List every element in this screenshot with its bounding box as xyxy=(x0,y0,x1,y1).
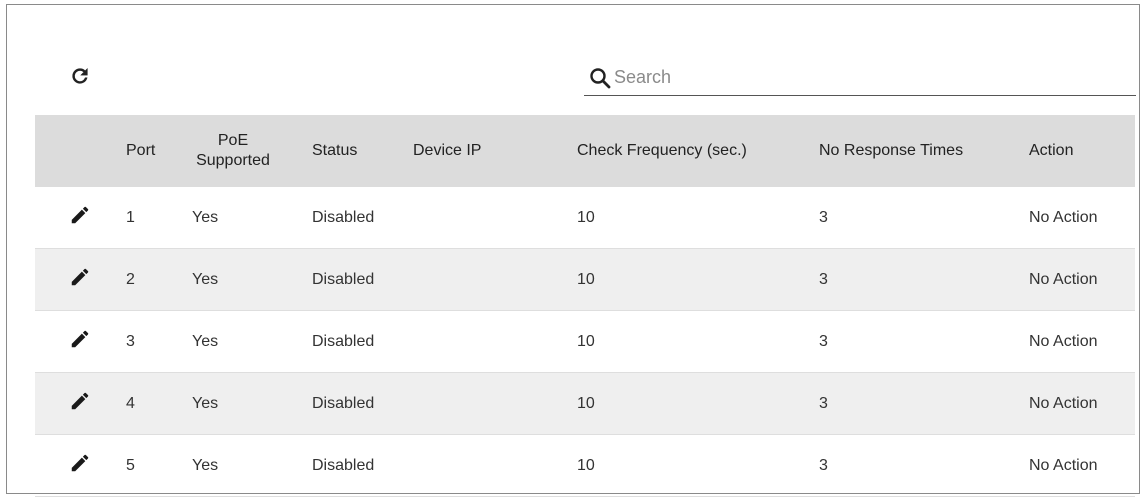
search-input[interactable] xyxy=(614,63,1114,91)
no-response-cell: 3 xyxy=(819,187,1029,249)
column-header-action[interactable]: Action xyxy=(1029,115,1135,187)
status-cell: Disabled xyxy=(312,310,413,373)
column-header-poe-supported[interactable]: PoE Supported xyxy=(192,115,312,187)
device-ip-cell xyxy=(413,248,577,311)
edit-cell xyxy=(35,310,126,373)
device-ip-cell xyxy=(413,434,577,497)
device-ip-cell xyxy=(413,187,577,249)
check-frequency-cell: 10 xyxy=(577,434,819,497)
check-frequency-cell: 10 xyxy=(577,187,819,249)
table-row: 1 Yes Disabled 10 3 No Action xyxy=(35,187,1135,249)
pencil-icon[interactable] xyxy=(69,328,91,350)
status-cell: Disabled xyxy=(312,248,413,311)
column-header-status[interactable]: Status xyxy=(312,115,413,187)
edit-cell xyxy=(35,434,126,497)
port-cell: 4 xyxy=(126,372,192,435)
poe-cell: Yes xyxy=(192,248,312,311)
panel-frame: Port PoE Supported Status Device IP Chec… xyxy=(6,4,1140,497)
table-row: 2 Yes Disabled 10 3 No Action xyxy=(35,248,1135,311)
port-cell: 5 xyxy=(126,434,192,497)
no-response-cell: 3 xyxy=(819,248,1029,311)
column-header-port[interactable]: Port xyxy=(126,115,192,187)
column-header-no-response-times[interactable]: No Response Times xyxy=(819,115,1029,187)
port-cell: 3 xyxy=(126,310,192,373)
edit-cell xyxy=(35,372,126,435)
port-cell: 1 xyxy=(126,187,192,249)
check-frequency-cell: 10 xyxy=(577,372,819,435)
edit-cell xyxy=(35,187,126,249)
column-header-poe-supported-label: PoE Supported xyxy=(196,132,270,169)
poe-cell: Yes xyxy=(192,434,312,497)
device-ip-cell xyxy=(413,372,577,435)
column-header-device-ip[interactable]: Device IP xyxy=(413,115,577,187)
no-response-cell: 3 xyxy=(819,372,1029,435)
poe-cell: Yes xyxy=(192,187,312,249)
pencil-icon[interactable] xyxy=(69,204,91,226)
search-box xyxy=(584,61,1136,96)
poe-cell: Yes xyxy=(192,310,312,373)
search-icon[interactable] xyxy=(588,66,612,90)
action-cell: No Action xyxy=(1029,187,1135,249)
check-frequency-cell: 10 xyxy=(577,248,819,311)
device-ip-cell xyxy=(413,310,577,373)
edit-cell xyxy=(35,248,126,311)
column-header-check-frequency[interactable]: Check Frequency (sec.) xyxy=(577,115,819,187)
action-cell: No Action xyxy=(1029,434,1135,497)
pencil-icon[interactable] xyxy=(69,390,91,412)
check-frequency-cell: 10 xyxy=(577,310,819,373)
status-cell: Disabled xyxy=(312,434,413,497)
column-header-edit xyxy=(35,115,126,187)
table-row: 5 Yes Disabled 10 3 No Action xyxy=(35,434,1135,497)
poe-check-table: Port PoE Supported Status Device IP Chec… xyxy=(35,115,1135,497)
table-header-row: Port PoE Supported Status Device IP Chec… xyxy=(35,115,1135,187)
table-row: 4 Yes Disabled 10 3 No Action xyxy=(35,372,1135,435)
status-cell: Disabled xyxy=(312,372,413,435)
refresh-icon[interactable] xyxy=(69,65,91,87)
action-cell: No Action xyxy=(1029,310,1135,373)
table-row: 3 Yes Disabled 10 3 No Action xyxy=(35,310,1135,373)
pencil-icon[interactable] xyxy=(69,266,91,288)
port-cell: 2 xyxy=(126,248,192,311)
action-cell: No Action xyxy=(1029,248,1135,311)
pencil-icon[interactable] xyxy=(69,452,91,474)
status-cell: Disabled xyxy=(312,187,413,249)
poe-cell: Yes xyxy=(192,372,312,435)
no-response-cell: 3 xyxy=(819,434,1029,497)
action-cell: No Action xyxy=(1029,372,1135,435)
no-response-cell: 3 xyxy=(819,310,1029,373)
